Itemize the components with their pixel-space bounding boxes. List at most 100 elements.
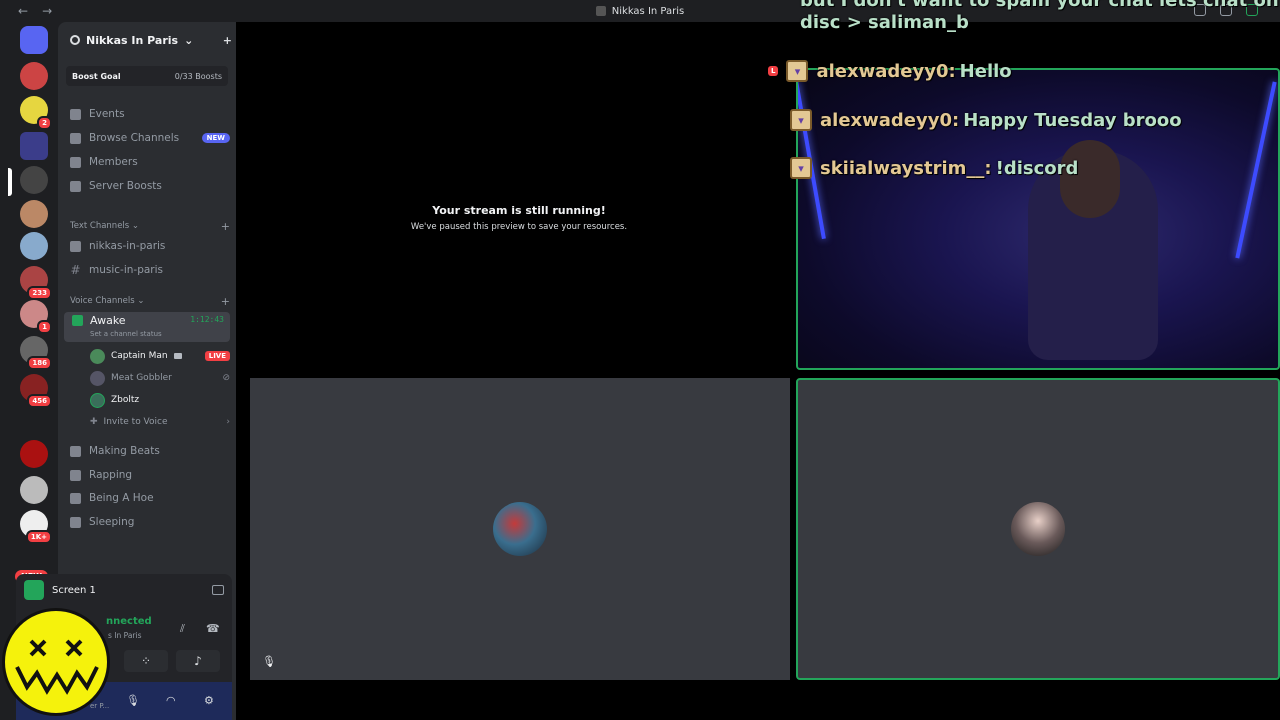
member-name: Captain Man — [111, 351, 168, 361]
settings-gear-icon[interactable]: ⚙ — [204, 694, 218, 708]
server-glyph-icon — [595, 6, 606, 16]
server-icon[interactable] — [20, 232, 48, 260]
boost-goal-label: Boost Goal — [72, 71, 121, 81]
chevron-down-icon: ⌄ — [134, 296, 145, 306]
home-discord-icon[interactable] — [20, 26, 48, 54]
soundboard-button[interactable]: ♪ — [176, 650, 220, 672]
twitch-badge-icon: ▾ — [786, 60, 809, 82]
server-icon[interactable]: 2 — [20, 96, 52, 130]
category-label: Voice Channels — [70, 296, 135, 306]
participant-tile[interactable] — [796, 378, 1280, 680]
mention-badge: 233 — [27, 286, 52, 300]
server-icon-nikkas[interactable] — [20, 166, 48, 194]
server-icon[interactable]: 186 — [20, 336, 52, 370]
voice-channel-making-beats[interactable]: Making Beats — [70, 443, 230, 459]
voice-channel-sleeping[interactable]: Sleeping — [70, 514, 230, 530]
invite-icon: ✚ — [90, 417, 98, 427]
chat-username: alexwadeyy0: — [816, 60, 956, 82]
stream-paused-subtitle: We've paused this preview to save your r… — [410, 222, 628, 232]
invite-people-icon[interactable]: + — [223, 34, 232, 47]
voice-channels-category[interactable]: Voice Channels ⌄ + — [70, 295, 230, 308]
chat-message: ▾ skiialwaystrim__: !discord — [768, 155, 1078, 181]
screen-label: Screen 1 — [52, 584, 96, 596]
nav-label: Browse Channels — [89, 132, 180, 144]
activities-button[interactable]: ⁘ — [124, 650, 168, 672]
twitch-badge-icon: ▾ — [790, 109, 812, 131]
avatar — [90, 348, 105, 364]
invite-label: Invite to Voice — [103, 417, 168, 427]
nav-events[interactable]: Events — [70, 106, 230, 122]
soundboard-icon: ♪ — [194, 654, 202, 668]
add-channel-icon[interactable]: + — [221, 220, 230, 233]
server-icon[interactable]: 1 — [20, 300, 52, 334]
speaker-icon — [70, 469, 81, 481]
channel-status-prompt[interactable]: Set a channel status — [90, 330, 162, 338]
activities-icon: ⁘ — [140, 654, 152, 668]
server-icon[interactable]: 456 — [20, 374, 52, 408]
server-icon[interactable]: 233 — [20, 266, 52, 300]
server-icon[interactable] — [20, 476, 48, 504]
voice-connected-server: s In Paris — [108, 631, 142, 640]
text-channels-category[interactable]: Text Channels ⌄ + — [70, 220, 230, 233]
mention-badge: 1 — [37, 320, 52, 334]
mention-badge: 2 — [37, 116, 52, 130]
chevron-down-icon: ⌄ — [129, 221, 140, 231]
server-icon[interactable] — [20, 62, 48, 90]
chat-message-text: !discord — [995, 157, 1079, 179]
voice-channel-being-a-hoe[interactable]: Being A Hoe — [70, 490, 230, 506]
muted-mic-icon: 🎙 — [262, 655, 276, 668]
stop-stream-icon[interactable] — [212, 585, 224, 595]
boost-goal[interactable]: Boost Goal 0/33 Boosts — [66, 66, 228, 86]
channel-label: Sleeping — [89, 516, 135, 528]
server-header[interactable]: Nikkas In Paris ⌄ + — [70, 32, 232, 48]
server-icon[interactable] — [20, 440, 48, 468]
stream-running-title: Your stream is still running! — [432, 204, 606, 217]
nav-members[interactable]: Members — [70, 154, 230, 170]
voice-channel-awake[interactable]: Awake 1:12:43 Set a channel status — [64, 312, 230, 342]
voice-member[interactable]: Meat Gobbler ⊘ — [90, 370, 230, 386]
participant-avatar — [1011, 502, 1065, 556]
noise-suppression-icon[interactable]: ⫽ — [180, 622, 185, 636]
screen-share-row[interactable]: Screen 1 — [24, 580, 224, 600]
voice-channel-rapping[interactable]: Rapping — [70, 467, 230, 483]
nav-label: Server Boosts — [89, 180, 162, 192]
server-icon[interactable]: 1K+ — [20, 510, 52, 544]
channel-label: Rapping — [89, 469, 133, 481]
browse-icon — [70, 132, 81, 144]
forum-icon — [70, 240, 81, 252]
channel-label: Making Beats — [89, 445, 160, 457]
channel-nikkas-in-paris[interactable]: nikkas-in-paris — [70, 238, 230, 254]
participant-tile[interactable]: 🎙 — [250, 378, 790, 680]
chat-message-text: but I don't want to spam your chat lets … — [800, 0, 1279, 11]
speaker-icon — [70, 445, 81, 457]
headphones-icon[interactable]: ◠ — [166, 694, 180, 708]
disconnect-icon[interactable]: ☎ — [206, 622, 220, 635]
channel-music-in-paris[interactable]: # music-in-paris — [70, 262, 230, 278]
server-icon[interactable] — [20, 200, 48, 228]
mention-badge: 186 — [27, 356, 52, 370]
microphone-icon[interactable]: 🎙 — [126, 694, 140, 708]
members-icon — [70, 156, 81, 168]
smiley-face-icon — [15, 639, 99, 695]
selected-pill — [8, 168, 12, 196]
invite-to-voice[interactable]: ✚ Invite to Voice › — [90, 414, 230, 430]
screen-share-icon — [24, 580, 44, 600]
voice-channel-name: Awake — [90, 314, 126, 327]
stream-preview[interactable]: Your stream is still running! We've paus… — [248, 24, 790, 372]
voice-member[interactable]: Captain Man LIVE — [90, 348, 230, 364]
add-channel-icon[interactable]: + — [221, 295, 230, 308]
participant-avatar — [493, 502, 547, 556]
folder-icon[interactable] — [20, 132, 48, 160]
nav-label: Events — [89, 108, 125, 120]
voice-member[interactable]: Zboltz — [90, 392, 230, 408]
boost-count: 0/33 Boosts — [174, 71, 222, 81]
channel-label: nikkas-in-paris — [89, 240, 166, 252]
chat-message-text: Hello — [959, 60, 1012, 82]
nav-browse-channels[interactable]: Browse Channels NEW — [70, 130, 230, 146]
new-badge: NEW — [201, 133, 230, 143]
chat-message-text: Happy Tuesday brooo — [963, 109, 1182, 131]
nav-server-boosts[interactable]: Server Boosts — [70, 178, 230, 194]
voice-connected-status[interactable]: nnected — [106, 616, 152, 627]
chat-username: skiialwaystrim__: — [820, 157, 992, 179]
window-title-text: Nikkas In Paris — [611, 5, 685, 17]
